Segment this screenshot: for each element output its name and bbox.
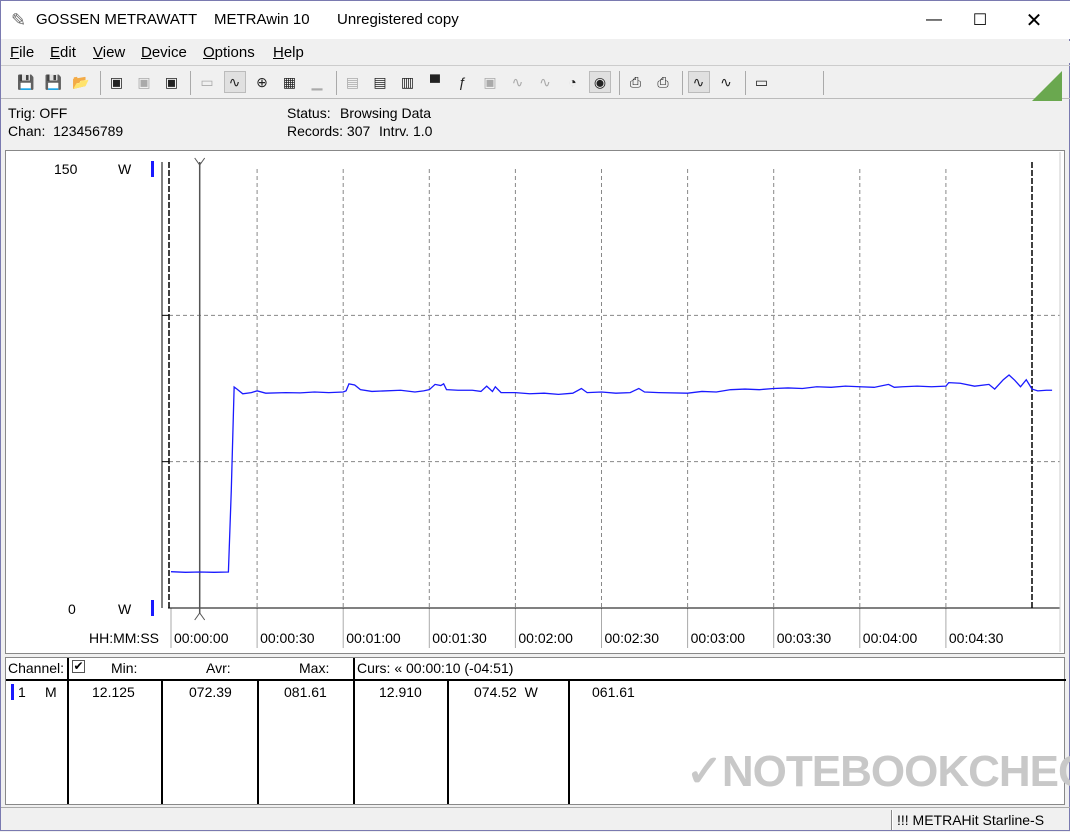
channel-mode: M — [45, 684, 57, 700]
y-unit-bottom: W — [118, 601, 132, 617]
x-tick-label: 00:00:30 — [260, 630, 315, 646]
avr-value: 072.39 — [189, 684, 232, 700]
x-tick-label: 00:04:30 — [949, 630, 1004, 646]
x-tick-label: 00:02:30 — [605, 630, 660, 646]
x-tick-label: 00:01:30 — [432, 630, 487, 646]
series-line — [170, 374, 1053, 573]
x-tick-label: 00:00:00 — [174, 630, 229, 646]
x-tick-label: 00:02:00 — [518, 630, 573, 646]
channel-scale-marker-top — [151, 161, 154, 177]
x-tick-label: 00:04:00 — [863, 630, 918, 646]
channel-checkbox[interactable]: ✔ — [72, 660, 85, 673]
watermark-logo: ✓NOTEBOOKCHECK — [686, 746, 1070, 797]
y-unit-top: W — [118, 161, 132, 177]
header-cursor: Curs: « 00:00:10 (-04:51) — [357, 660, 514, 676]
header-max: Max: — [299, 660, 330, 676]
cursor-max-value: 061.61 — [592, 684, 635, 700]
device-status: !!! METRAHit Starline-S — [897, 812, 1045, 828]
y-min-label: 0 — [68, 601, 76, 617]
watermark-check-icon: ✓ — [686, 747, 723, 796]
header-avr: Avr: — [206, 660, 231, 676]
channel-scale-marker-bottom — [151, 600, 154, 616]
x-tick-label: 00:03:30 — [777, 630, 832, 646]
header-channel: Channel: — [8, 660, 65, 676]
chart-panel[interactable]: 00:00:00 00:00:30 00:01:00 00:01:30 00:02:00… — [5, 150, 1065, 654]
status-bar: !!! METRAHit Starline-S — [1, 807, 1070, 832]
y-max-label: 150 — [54, 161, 78, 177]
cursor-value: 12.910 — [379, 684, 422, 700]
watermark-text: NOTEBOOKCHECK — [721, 747, 1070, 796]
x-axis-label: HH:MM:SS — [89, 630, 159, 646]
channel-table: Channel: ✔ Min: Avr: Max: Curs: « 00:00:… — [5, 657, 1070, 805]
min-value: 12.125 — [92, 684, 135, 700]
channel-color-marker — [11, 684, 14, 700]
header-min: Min: — [111, 660, 138, 676]
power-chart[interactable]: 00:00:00 00:00:30 00:01:00 00:01:30 00:02:00… — [2, 2, 1062, 652]
max-value: 081.61 — [284, 684, 327, 700]
channel-number: 1 — [18, 684, 26, 700]
x-tick-label: 00:03:00 — [691, 630, 746, 646]
x-tick-label: 00:01:00 — [346, 630, 401, 646]
cursor-avr-value: 074.52 W — [474, 684, 538, 700]
cursor-handle-bottom[interactable] — [194, 612, 206, 621]
